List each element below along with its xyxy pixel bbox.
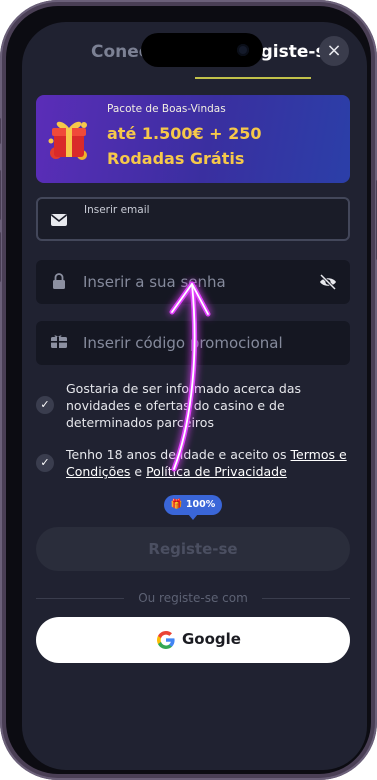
register-button[interactable]: Registe-se bbox=[36, 527, 350, 571]
terms-consent-text: Tenho 18 anos de idade e aceito os Termo… bbox=[66, 446, 356, 480]
terms-joiner: e bbox=[130, 464, 147, 479]
active-tab-indicator bbox=[195, 77, 311, 79]
eye-off-icon[interactable] bbox=[318, 272, 338, 292]
marketing-consent-row: ✓ Gostaria de ser informado acerca das n… bbox=[36, 380, 350, 432]
dynamic-island bbox=[141, 33, 263, 67]
promo-code-field[interactable]: Inserir código promocional bbox=[36, 321, 350, 365]
gift-icon bbox=[48, 121, 87, 160]
close-button[interactable]: × bbox=[319, 36, 349, 66]
email-field[interactable]: Inserir email bbox=[36, 197, 350, 241]
privacy-policy-link[interactable]: Política de Privacidade bbox=[146, 464, 287, 479]
phone-frame: Conect Registe-se × Pacote de Boas-Vinda… bbox=[0, 0, 377, 780]
google-signup-button[interactable]: Google bbox=[36, 617, 350, 663]
google-icon bbox=[157, 631, 175, 649]
password-field[interactable]: Inserir a sua senha bbox=[36, 260, 350, 304]
gift-icon: 🎁 bbox=[170, 499, 183, 510]
welcome-bonus-banner[interactable]: Pacote de Boas-Vindas até 1.500€ + 250 R… bbox=[36, 95, 350, 183]
email-field-label: Inserir email bbox=[84, 204, 150, 216]
lock-icon bbox=[53, 273, 65, 289]
google-button-label: Google bbox=[182, 630, 241, 648]
terms-consent-row: ✓ Tenho 18 anos de idade e aceito os Ter… bbox=[36, 446, 350, 482]
banner-subtitle: Pacote de Boas-Vindas bbox=[107, 103, 226, 115]
terms-consent-checkbox[interactable]: ✓ bbox=[36, 454, 54, 472]
marketing-consent-checkbox[interactable]: ✓ bbox=[36, 396, 54, 414]
progress-value: 100% bbox=[185, 499, 216, 510]
divider: Ou registe-se com bbox=[36, 591, 350, 605]
banner-offer: até 1.500€ + 250 Rodadas Grátis bbox=[107, 121, 262, 171]
banner-offer-line2: Rodadas Grátis bbox=[107, 149, 245, 168]
terms-prefix: Tenho 18 anos de idade e aceito os bbox=[66, 447, 291, 462]
close-icon: × bbox=[326, 40, 342, 61]
banner-offer-line1: até 1.500€ + 250 bbox=[107, 124, 262, 143]
register-screen: Conect Registe-se × Pacote de Boas-Vinda… bbox=[22, 22, 367, 770]
progress-badge: 🎁 100% bbox=[164, 495, 222, 520]
marketing-consent-text: Gostaria de ser informado acerca das nov… bbox=[66, 381, 302, 430]
gift-card-icon bbox=[51, 335, 67, 348]
promo-code-placeholder: Inserir código promocional bbox=[83, 334, 283, 352]
divider-text: Ou registe-se com bbox=[138, 591, 248, 605]
envelope-icon bbox=[51, 214, 67, 226]
password-placeholder: Inserir a sua senha bbox=[83, 273, 226, 291]
